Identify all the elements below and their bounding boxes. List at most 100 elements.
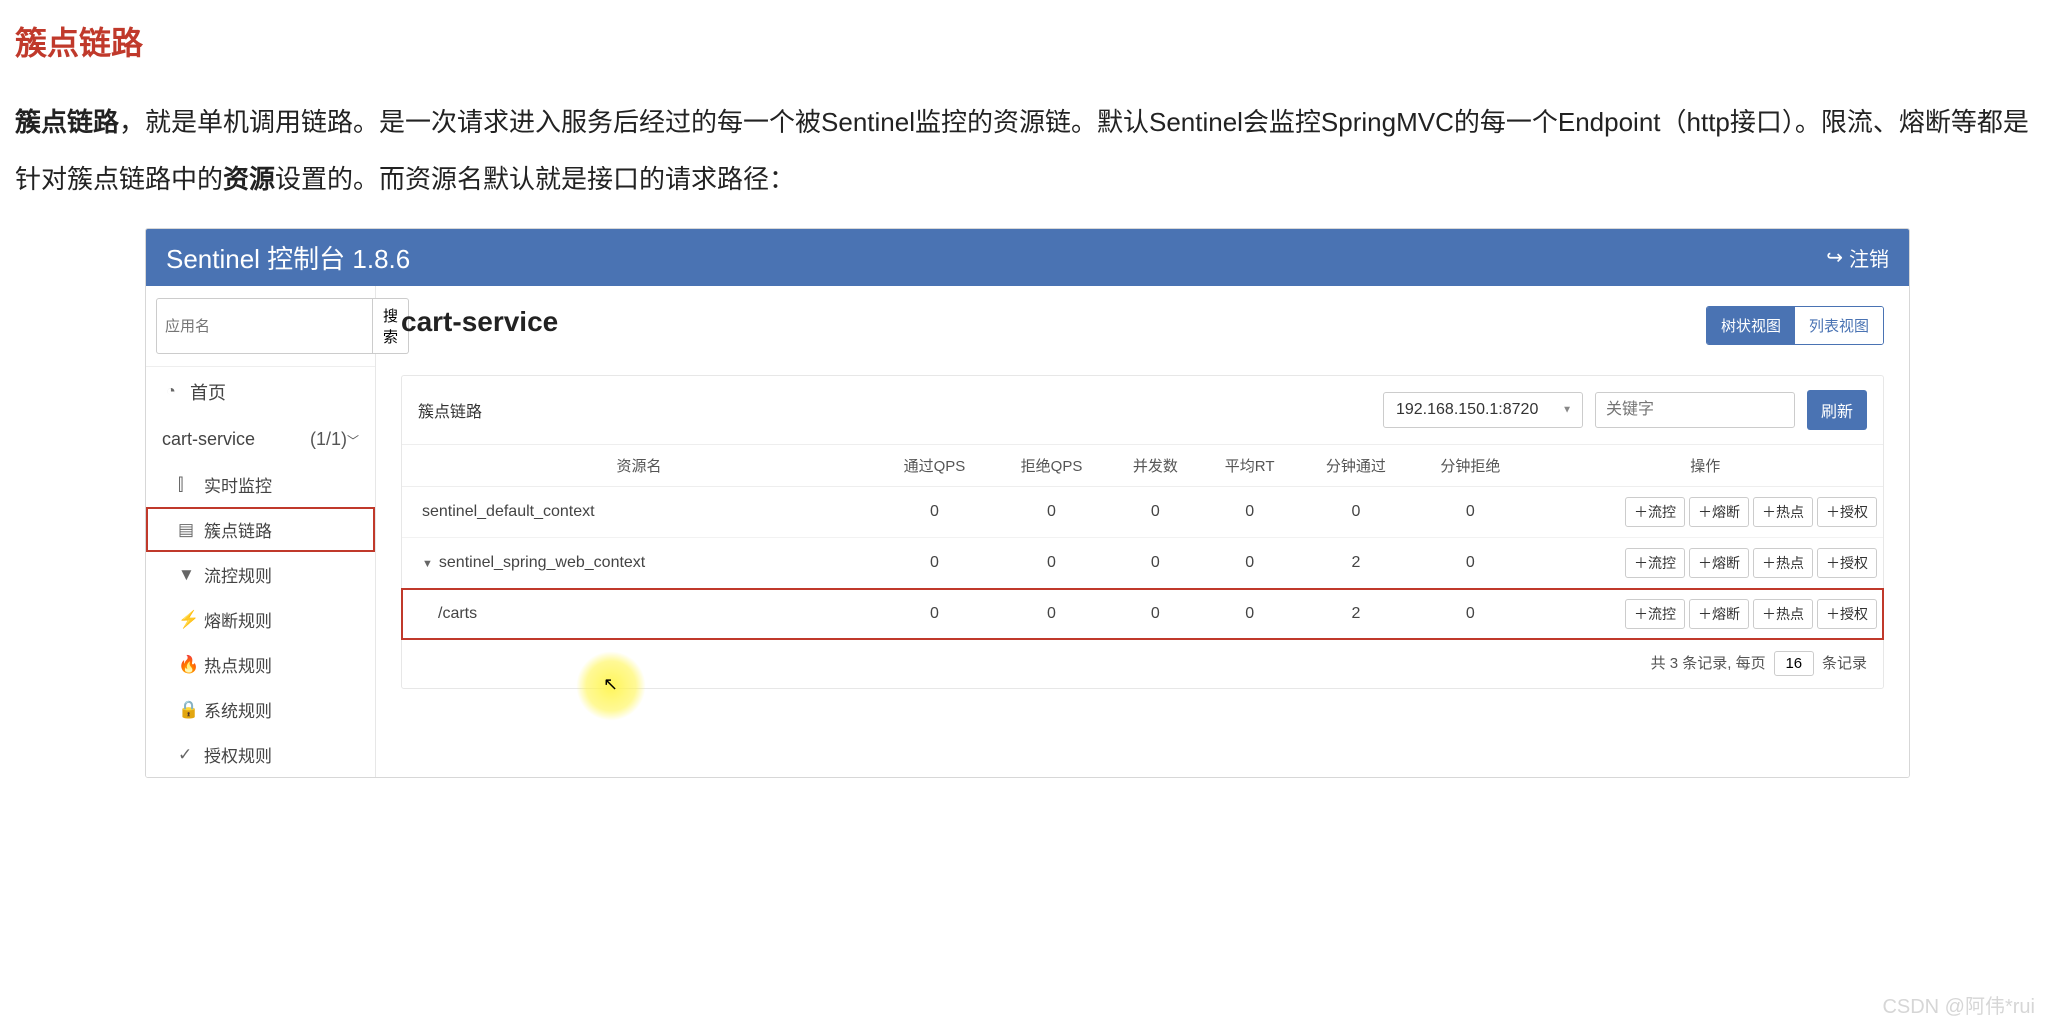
pager-suffix: 条记录 [1822,655,1867,672]
auth-rule-button[interactable]: ＋授权 [1817,599,1877,629]
cell-min-block: 0 [1413,487,1527,538]
sidebar-item-label: 熔断规则 [204,607,272,632]
hotspot-rule-button[interactable]: ＋热点 [1753,497,1813,527]
sidebar-item-3[interactable]: ⚡ 熔断规则 [146,597,375,642]
cell-min-pass: 0 [1299,487,1413,538]
cell-rt: 0 [1201,589,1299,640]
tree-view-button[interactable]: 树状视图 [1707,307,1795,344]
sidebar-item-5[interactable]: 🔒 系统规则 [146,687,375,732]
resource-table: 资源名 通过QPS 拒绝QPS 并发数 平均RT 分钟通过 分钟拒绝 操作 se… [402,445,1883,639]
sidebar-home-label: 首页 [190,379,226,405]
bolt-icon: ⚡ [178,610,194,630]
fire-icon: 🔥 [178,655,194,675]
sidebar-item-label: 授权规则 [204,742,272,767]
view-toggle: 树状视图 列表视图 [1706,306,1884,345]
list-view-button[interactable]: 列表视图 [1795,307,1883,344]
sidebar-item-1[interactable]: ▤簇点链路 [146,507,375,552]
check-icon: ✓ [178,745,194,765]
chevron-down-icon: ﹀ [347,434,359,448]
cell-block-qps: 0 [993,538,1110,589]
doc-paragraph: 簇点链路，就是单机调用链路。是一次请求进入服务后经过的每一个被Sentinel监… [15,94,2040,208]
cell-pass-qps: 0 [876,589,993,640]
console-header: Sentinel 控制台 1.8.6 ↪ 注销 [146,229,1909,286]
flow-rule-button[interactable]: ＋流控 [1625,599,1685,629]
col-min-block: 分钟拒绝 [1413,445,1527,487]
app-search-input[interactable] [156,298,373,354]
cell-ops: ＋流控 ＋熔断 ＋热点 ＋授权 [1528,487,1883,538]
host-select[interactable]: 192.168.150.1:8720 [1383,392,1583,428]
cell-rt: 0 [1201,487,1299,538]
logout-icon: ↪ [1826,245,1843,270]
cell-min-pass: 2 [1299,589,1413,640]
cell-thread: 0 [1110,487,1201,538]
col-rt: 平均RT [1201,445,1299,487]
degrade-rule-button[interactable]: ＋熔断 [1689,599,1749,629]
cell-pass-qps: 0 [876,487,993,538]
hotspot-rule-button[interactable]: ＋热点 [1753,599,1813,629]
cell-block-qps: 0 [993,487,1110,538]
sentinel-console: Sentinel 控制台 1.8.6 ↪ 注销 搜索 ◔ 首页 cart-ser… [145,228,1910,778]
cell-min-block: 0 [1413,538,1527,589]
col-ops: 操作 [1528,445,1883,487]
col-block-qps: 拒绝QPS [993,445,1110,487]
table-row: /carts 0 0 0 0 2 0 ＋流控 ＋熔断 ＋热点 ＋授权 [402,589,1883,640]
panel-label: 簇点链路 [418,398,482,422]
sidebar-item-label: 热点规则 [204,652,272,677]
console-title: Sentinel 控制台 1.8.6 [166,239,410,276]
keyword-input[interactable] [1595,392,1795,428]
app-count: (1/1)﹀ [310,429,359,450]
table-row: ▼sentinel_spring_web_context 0 0 0 0 2 0… [402,538,1883,589]
doc-bold-1: 簇点链路 [15,107,119,137]
cell-ops: ＋流控 ＋熔断 ＋热点 ＋授权 [1528,538,1883,589]
col-min-pass: 分钟通过 [1299,445,1413,487]
col-thread: 并发数 [1110,445,1201,487]
pager-prefix: 共 3 条记录, 每页 [1651,655,1766,672]
clock-icon: ◔ [162,383,180,401]
cell-thread: 0 [1110,589,1201,640]
sidebar: 搜索 ◔ 首页 cart-service (1/1)﹀ ⫿实时监控▤簇点链路▼流… [146,286,376,777]
cell-thread: 0 [1110,538,1201,589]
bar-icon: ⫿ [178,475,194,495]
list-icon: ▤ [178,520,194,540]
degrade-rule-button[interactable]: ＋熔断 [1689,497,1749,527]
lock-icon: 🔒 [178,700,194,720]
cell-rt: 0 [1201,538,1299,589]
doc-bold-2: 资源 [223,164,275,194]
sidebar-home[interactable]: ◔ 首页 [146,367,375,417]
main-content: cart-service 树状视图 列表视图 簇点链路 192.168.150.… [376,286,1909,777]
table-row: sentinel_default_context 0 0 0 0 0 0 ＋流控… [402,487,1883,538]
main-title: cart-service [401,306,558,338]
flow-rule-button[interactable]: ＋流控 [1625,548,1685,578]
cell-resource-name: /carts [402,589,876,640]
expand-toggle[interactable]: ▼ [422,558,433,570]
flow-rule-button[interactable]: ＋流控 [1625,497,1685,527]
sidebar-item-2[interactable]: ▼流控规则 [146,552,375,597]
sidebar-item-4[interactable]: 🔥 热点规则 [146,642,375,687]
cell-pass-qps: 0 [876,538,993,589]
pagination: 共 3 条记录, 每页 条记录 [402,639,1883,688]
doc-title: 簇点链路 [15,18,2040,64]
col-name: 资源名 [402,445,876,487]
sidebar-item-label: 系统规则 [204,697,272,722]
cell-resource-name: ▼sentinel_spring_web_context [402,538,876,589]
sidebar-app-toggle[interactable]: cart-service (1/1)﹀ [146,417,375,462]
degrade-rule-button[interactable]: ＋熔断 [1689,548,1749,578]
auth-rule-button[interactable]: ＋授权 [1817,497,1877,527]
sidebar-item-0[interactable]: ⫿ 实时监控 [146,462,375,507]
cell-min-block: 0 [1413,589,1527,640]
resource-panel: 簇点链路 192.168.150.1:8720 刷新 资源名 通过QPS 拒绝Q… [401,375,1884,689]
page-size-input[interactable] [1774,651,1814,676]
sidebar-item-label: 实时监控 [204,472,272,497]
cell-block-qps: 0 [993,589,1110,640]
logout-label: 注销 [1849,243,1889,272]
cell-ops: ＋流控 ＋熔断 ＋热点 ＋授权 [1528,589,1883,640]
cell-resource-name: sentinel_default_context [402,487,876,538]
hotspot-rule-button[interactable]: ＋热点 [1753,548,1813,578]
app-label: cart-service [162,429,255,450]
auth-rule-button[interactable]: ＋授权 [1817,548,1877,578]
watermark: CSDN @阿伟*rui [1882,990,2035,1019]
sidebar-item-6[interactable]: ✓ 授权规则 [146,732,375,777]
cell-min-pass: 2 [1299,538,1413,589]
refresh-button[interactable]: 刷新 [1807,390,1867,430]
logout-link[interactable]: ↪ 注销 [1826,243,1889,272]
